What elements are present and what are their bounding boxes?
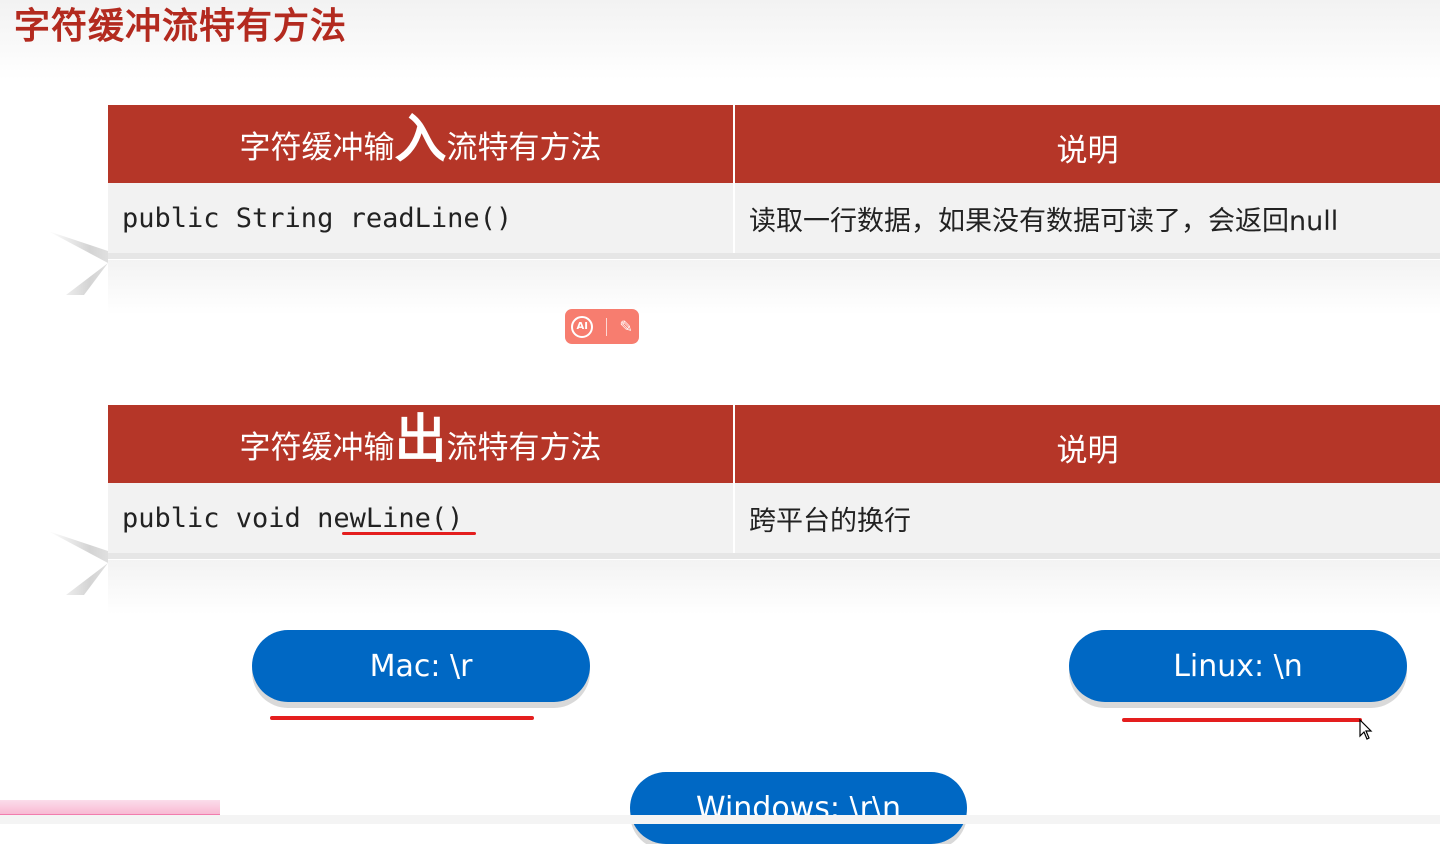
input-emphasis: 入 [394, 110, 447, 170]
output-method-table: 字符缓冲输出流特有方法 说明 public void newLine() 跨平台… [108, 405, 1440, 559]
magic-wand-icon[interactable]: ✎ [619, 317, 632, 336]
table-shadow [108, 560, 1440, 615]
linux-underline [1122, 718, 1362, 722]
table-row: public String readLine() 读取一行数据，如果没有数据可读… [108, 183, 1440, 259]
mac-line-ending-badge: Mac: \r [252, 630, 590, 702]
mac-underline [270, 716, 534, 720]
slide-title: 字符缓冲流特有方法 [14, 6, 348, 47]
mouse-cursor-icon [1359, 719, 1373, 740]
method-signature: public String readLine() [108, 183, 735, 253]
method-signature: public void newLine() [108, 483, 735, 553]
windows-line-ending-badge: Windows: \r\n [630, 772, 967, 844]
decorative-arrow-1 [48, 231, 108, 295]
table-header: 字符缓冲输入流特有方法 说明 [108, 105, 1440, 183]
input-method-table: 字符缓冲输入流特有方法 说明 public String readLine() … [108, 105, 1440, 259]
newline-underline [342, 532, 476, 535]
method-column-header: 字符缓冲输出流特有方法 [108, 405, 735, 483]
output-emphasis: 出 [394, 410, 447, 470]
linux-line-ending-badge: Linux: \n [1069, 630, 1407, 702]
decorative-arrow-2 [48, 531, 108, 595]
toolbar-divider [605, 317, 607, 336]
desc-column-header: 说明 [735, 405, 1440, 483]
desc-column-header: 说明 [735, 105, 1440, 183]
table-row: public void newLine() 跨平台的换行 [108, 483, 1440, 559]
table-shadow [108, 260, 1440, 315]
bottom-band [0, 815, 1440, 824]
ai-icon[interactable]: AI [571, 315, 594, 338]
table-header: 字符缓冲输出流特有方法 说明 [108, 405, 1440, 483]
method-column-header: 字符缓冲输入流特有方法 [108, 105, 735, 183]
method-description: 跨平台的换行 [749, 505, 911, 537]
ai-floating-toolbar[interactable]: AI ✎ [565, 309, 639, 344]
method-description: 读取一行数据，如果没有数据可读了，会返回null [749, 205, 1339, 237]
